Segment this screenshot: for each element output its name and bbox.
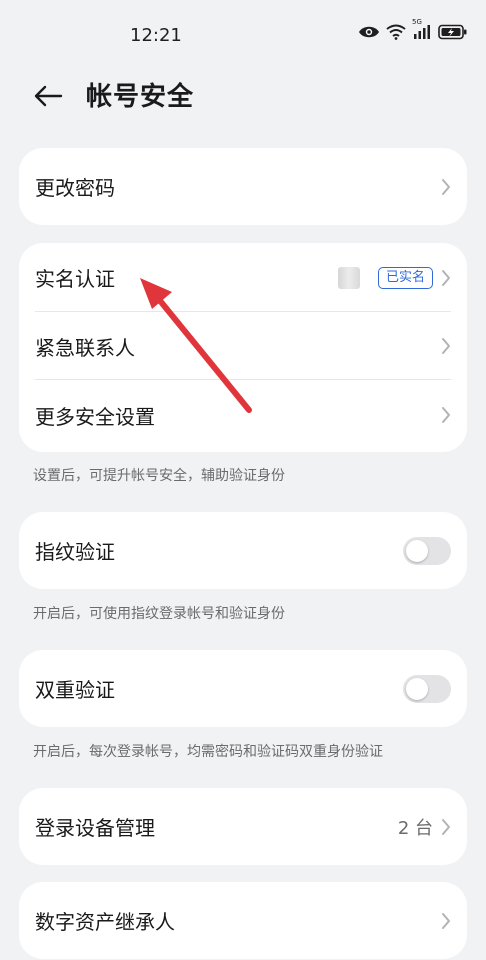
back-button[interactable]	[30, 78, 66, 114]
card-change-password: 更改密码	[19, 148, 467, 225]
realname-auth-label: 实名认证	[35, 267, 115, 291]
more-security-settings-label: 更多安全设置	[35, 404, 155, 429]
wifi-icon	[386, 24, 406, 40]
page-header: 帐号安全	[0, 72, 486, 124]
two-factor-toggle[interactable]	[403, 674, 451, 703]
battery-charging-icon	[438, 24, 468, 40]
toggle-knob	[406, 677, 428, 700]
network-label: 5G	[412, 18, 422, 26]
two-factor-note: 开启后，每次登录帐号，均需密码和验证码双重身份验证	[33, 744, 383, 760]
arrow-left-icon	[34, 85, 63, 107]
chevron-right-icon	[441, 269, 451, 287]
emergency-contact-item[interactable]: 紧急联系人	[19, 312, 467, 380]
page-title: 帐号安全	[86, 82, 195, 112]
more-security-settings-item[interactable]: 更多安全设置	[19, 380, 467, 450]
digital-heir-item[interactable]: 数字资产继承人	[19, 882, 467, 959]
chevron-right-icon	[441, 912, 451, 930]
5g-signal-icon: 5G	[412, 18, 432, 40]
realname-auth-item[interactable]: 实名认证 已实名	[19, 243, 467, 312]
status-icons: 5G	[358, 18, 468, 40]
card-fingerprint: 指纹验证	[19, 512, 467, 589]
change-password-item[interactable]: 更改密码	[19, 148, 467, 225]
emergency-contact-label: 紧急联系人	[35, 335, 135, 360]
status-bar: 12:21 5G	[0, 0, 486, 72]
device-management-label: 登录设备管理	[35, 816, 155, 840]
card-inheritance: 数字资产继承人	[19, 882, 467, 959]
status-time: 12:21	[130, 25, 182, 46]
fingerprint-item: 指纹验证	[19, 512, 467, 589]
change-password-label: 更改密码	[35, 176, 115, 200]
fingerprint-label: 指纹验证	[35, 540, 115, 564]
verified-badge: 已实名	[377, 266, 433, 289]
two-factor-label: 双重验证	[35, 678, 115, 702]
card-two-factor: 双重验证	[19, 650, 467, 727]
eye-icon	[358, 24, 380, 40]
two-factor-item: 双重验证	[19, 650, 467, 727]
chevron-right-icon	[441, 818, 451, 836]
fingerprint-note: 开启后，可使用指纹登录帐号和验证身份	[33, 606, 285, 622]
chevron-right-icon	[441, 178, 451, 196]
fingerprint-toggle[interactable]	[403, 536, 451, 565]
identity-note: 设置后，可提升帐号安全，辅助验证身份	[33, 468, 285, 484]
digital-heir-label: 数字资产继承人	[35, 910, 175, 934]
masked-name	[337, 266, 360, 289]
card-identity: 实名认证 已实名 紧急联系人 更多安全设置	[19, 243, 467, 452]
chevron-right-icon	[441, 337, 451, 355]
toggle-knob	[406, 539, 428, 562]
device-count: 2 台	[397, 817, 433, 839]
chevron-right-icon	[441, 406, 451, 424]
device-management-item[interactable]: 登录设备管理 2 台	[19, 788, 467, 865]
card-devices: 登录设备管理 2 台	[19, 788, 467, 865]
